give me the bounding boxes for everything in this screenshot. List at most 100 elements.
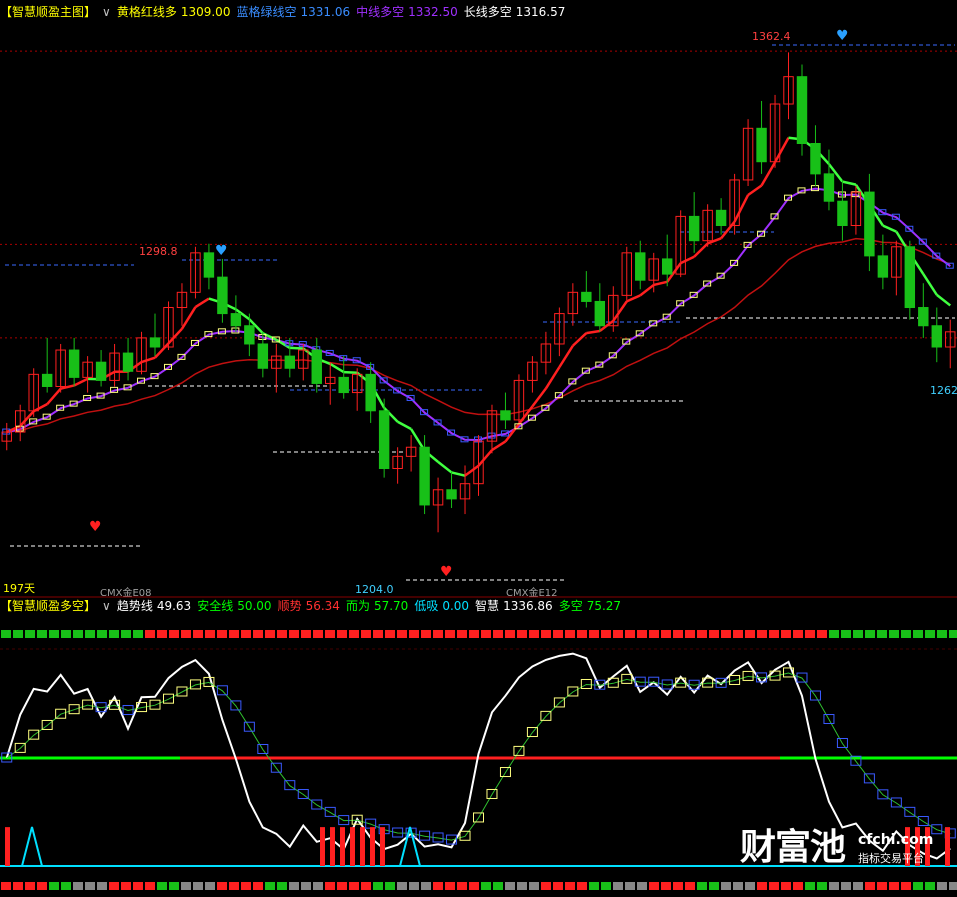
signal-block-top [349,630,359,638]
candle-body [95,361,107,381]
signal-block-top [13,630,23,638]
signal-block-bottom [505,882,515,890]
signal-block-bottom [145,882,155,890]
signal-block-top [169,630,179,638]
signal-block-top [577,630,587,638]
signal-block-top [697,630,707,638]
high-price-label-1: 1298.8 [139,245,178,258]
sub-title[interactable]: 【智慧顺盈多空】 [0,597,96,615]
fast-line-segment [544,366,561,390]
signal-block-top [361,630,371,638]
signal-block-top [637,630,647,638]
main-title[interactable]: 【智慧顺盈主图】 [0,3,96,21]
candle-body [688,215,700,242]
signal-block-top [553,630,563,638]
indicator-value: 1316.57 [515,5,566,19]
signal-block-bottom [793,882,803,890]
candle-body [810,142,821,175]
signal-block-top [289,630,299,638]
signal-block-bottom [13,882,23,890]
fast-line-segment [531,387,547,408]
signal-block-bottom [637,882,647,890]
signal-block-bottom [685,882,695,890]
signal-block-bottom [301,882,311,890]
signal-block-bottom [325,882,335,890]
signal-bar [320,827,325,866]
candle-body [715,209,727,227]
signal-block-bottom [61,882,71,890]
signal-block-top [493,630,503,638]
signal-block-top [457,630,467,638]
signal-block-bottom [181,882,191,890]
signal-block-bottom [697,882,707,890]
signal-block-bottom [469,882,479,890]
signal-block-top [481,630,491,638]
candle-body [311,349,322,384]
right-edge-price-label: 1262 [930,384,957,397]
fast-line-segment [773,137,790,163]
signal-block-bottom [769,882,779,890]
mid-line [6,187,951,442]
sub-indicator-value: 57.70 [373,599,409,613]
signal-block-top [25,630,35,638]
sub-indicator-value: 75.27 [586,599,622,613]
signal-block-bottom [85,882,95,890]
signal-block-bottom [157,882,167,890]
low-price-label: 1204.0 [355,583,394,596]
signal-block-top [133,630,143,638]
signal-block-top [313,630,323,638]
signal-block-bottom [433,882,443,890]
signal-block-bottom [529,882,539,890]
candle-body [217,276,228,315]
signal-bar [5,827,10,866]
fast-line-segment [491,440,507,452]
candle-body [500,410,511,421]
main-title-chevron-icon[interactable]: ∨ [102,3,111,21]
candle-body [904,246,916,309]
candle-body [284,355,296,369]
signal-block-bottom [313,882,323,890]
signal-block-top [817,630,827,638]
sub-indicator-value: 56.34 [305,599,340,613]
signal-block-bottom [349,882,359,890]
candle-body [837,200,848,227]
signal-block-bottom [841,882,851,890]
watermark: 财富池 cfchi.com 指标交易平台 [740,828,955,868]
sub-indicator-label: 而为 [345,599,370,613]
signal-block-bottom [925,882,935,890]
signal-block-bottom [661,882,671,890]
signal-block-bottom [1,882,11,890]
signal-block-bottom [133,882,143,890]
fast-line-segment [733,194,750,223]
signal-block-top [109,630,119,638]
signal-block-bottom [241,882,251,890]
signal-block-top [613,630,623,638]
fast-line-segment [451,471,466,477]
signal-block-top [337,630,347,638]
signal-bar [380,827,385,866]
signal-block-bottom [373,882,383,890]
signal-block-bottom [709,882,719,890]
candle-body [635,252,646,281]
sub-title-chevron-icon[interactable]: ∨ [102,597,111,615]
watermark-slogan: 指标交易平台 [858,852,924,865]
signal-block-top [769,630,779,638]
signal-block-bottom [265,882,275,890]
heart-icon-blue: ♥ [215,243,228,259]
fast-line-segment [194,297,210,309]
signal-block-top [229,630,239,638]
signal-block-top [901,630,911,638]
fast-line-segment [167,327,183,345]
signal-block-bottom [37,882,47,890]
signal-block-top [721,630,731,638]
signal-block-bottom [589,882,599,890]
sub-indicator-label: 安全线 [197,599,234,613]
signal-block-top [937,630,947,638]
signal-block-bottom [949,882,957,890]
signal-block-top [193,630,203,638]
sub-indicator-label: 顺势 [277,599,302,613]
signal-block-top [757,630,767,638]
signal-block-top [709,630,719,638]
signal-block-bottom [853,882,863,890]
signal-block-bottom [781,882,791,890]
